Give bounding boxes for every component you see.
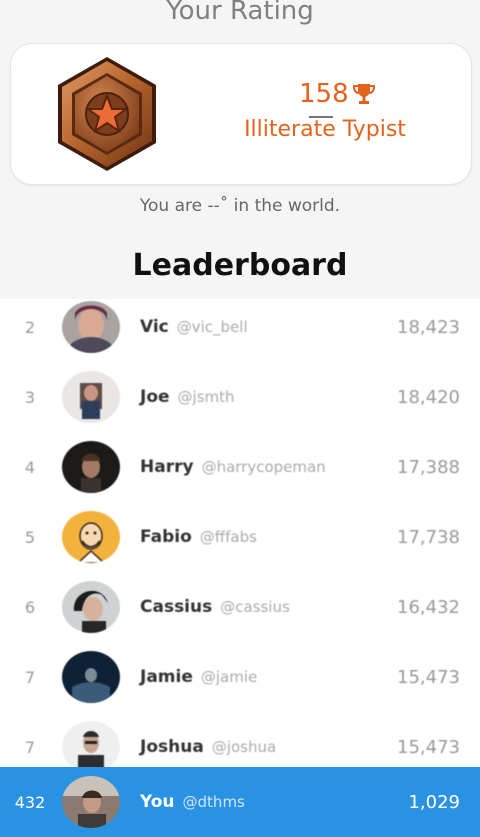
leaderboard-row[interactable]: 4 Harry @harrycopeman 17,388: [0, 432, 480, 502]
avatar: [62, 371, 120, 423]
leaderboard-row[interactable]: 7 Jamie @jamie 15,473: [0, 642, 480, 712]
avatar: [62, 511, 120, 563]
world-rank-text: You are --˚ in the world.: [139, 196, 341, 216]
avatar: [62, 651, 120, 703]
rating-card: 158 Illiterate Typist: [10, 43, 472, 185]
avatar: [62, 776, 120, 828]
page-title: Your Rating: [166, 0, 314, 26]
row-handle: @fffabs: [199, 528, 257, 546]
row-points: 17,388: [397, 456, 460, 478]
row-points: 15,473: [397, 666, 460, 688]
avatar: [62, 581, 120, 633]
row-rank: 4: [24, 457, 36, 477]
leaderboard-row[interactable]: 6 Cassius @cassius 16,432: [0, 572, 480, 642]
row-points: 15,473: [397, 736, 460, 758]
row-points: 17,738: [397, 526, 460, 548]
leaderboard-list[interactable]: 2 Vic @vic_bell 18,423 3 Joe @jsmth 18,420…: [0, 299, 480, 769]
row-name: Cassius @cassius: [140, 597, 290, 617]
leaderboard-title: Leaderboard: [132, 248, 348, 283]
leaderboard-row[interactable]: 5 Fabio @fffabs 17,738: [0, 502, 480, 572]
row-rank: 432: [14, 792, 46, 812]
row-handle: @cassius: [220, 598, 290, 616]
leaderboard-row[interactable]: 7 Joshua @joshua 15,473: [0, 712, 480, 769]
leaderboard-row[interactable]: 2 Vic @vic_bell 18,423: [0, 299, 480, 362]
star-badge-icon: [58, 57, 156, 171]
rating-score: 158: [299, 78, 375, 118]
row-rank: 7: [24, 667, 36, 687]
row-rank: 3: [24, 387, 36, 407]
row-name: Fabio @fffabs: [140, 527, 257, 547]
score-value: 158: [299, 79, 349, 109]
row-handle: @dthms: [182, 793, 245, 811]
row-name: Jamie @jamie: [140, 667, 258, 687]
leaderboard-row[interactable]: 3 Joe @jsmth 18,420: [0, 362, 480, 432]
row-name: Vic @vic_bell: [140, 317, 248, 337]
row-points: 16,432: [397, 596, 460, 618]
row-handle: @jsmth: [177, 388, 235, 406]
row-rank: 7: [24, 737, 36, 757]
row-name: Joe @jsmth: [140, 387, 235, 407]
row-handle: @harrycopeman: [201, 458, 326, 476]
row-name: Joshua @joshua: [140, 737, 277, 757]
rating-title: Illiterate Typist: [244, 117, 406, 142]
row-points: 18,420: [397, 386, 460, 408]
row-name: Harry @harrycopeman: [140, 457, 326, 477]
avatar: [62, 721, 120, 769]
row-handle: @vic_bell: [176, 318, 248, 336]
row-rank: 5: [24, 527, 36, 547]
row-points: 18,423: [397, 316, 460, 338]
trophy-icon: [352, 84, 375, 104]
avatar: [62, 441, 120, 493]
row-rank: 2: [24, 317, 36, 337]
row-handle: @jamie: [200, 668, 258, 686]
row-rank: 6: [24, 597, 36, 617]
avatar: [62, 301, 120, 353]
row-handle: @joshua: [211, 738, 277, 756]
current-user-row[interactable]: 432 You @dthms 1,029: [0, 767, 480, 837]
row-points: 1,029: [408, 791, 460, 813]
row-name: You @dthms: [140, 792, 245, 812]
